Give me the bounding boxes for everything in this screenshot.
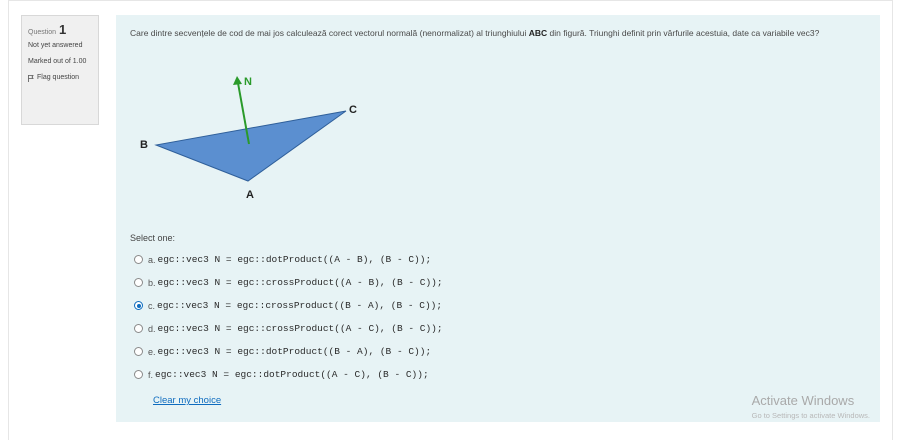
option-c-radio[interactable] [134,301,143,310]
option-b-letter: b. [148,277,156,288]
option-b-code[interactable]: egc::vec3 N = egc::crossProduct((A - B),… [158,277,443,288]
option-e-letter: e. [148,346,156,357]
option-c[interactable]: c. egc::vec3 N = egc::crossProduct((B - … [134,294,443,317]
option-e[interactable]: e. egc::vec3 N = egc::dotProduct((B - A)… [134,340,443,363]
question-info-panel: Question 1 Not yet answered Marked out o… [21,15,99,125]
option-d-radio[interactable] [134,324,143,333]
flag-icon [28,74,34,82]
option-c-code[interactable]: egc::vec3 N = egc::crossProduct((B - A),… [157,300,442,311]
option-d-letter: d. [148,323,156,334]
question-grade: Marked out of 1.00 [28,58,87,65]
question-label: Question [28,29,57,36]
label-c: C [349,104,357,116]
option-b[interactable]: b. egc::vec3 N = egc::crossProduct((A - … [134,271,443,294]
watermark-subtitle: Go to Settings to activate Windows. [751,411,870,420]
normal-arrowhead [233,76,242,85]
option-d[interactable]: d. egc::vec3 N = egc::crossProduct((A - … [134,317,443,340]
option-d-code[interactable]: egc::vec3 N = egc::crossProduct((A - C),… [158,323,443,334]
question-text-part1: Care dintre secvențele de cod de mai jos… [130,28,529,38]
triangle-abc [154,110,347,182]
question-number: Question 1 [28,22,92,38]
windows-watermark: Activate Windows Go to Settings to activ… [752,393,870,420]
label-b: B [140,139,148,151]
flag-question-label: Flag question [37,73,80,81]
answer-options: a. egc::vec3 N = egc::dotProduct((A - B)… [134,248,443,386]
question-text-part2: din figură. Triunghi definit prin vârfur… [547,28,820,38]
option-e-code[interactable]: egc::vec3 N = egc::dotProduct((B - A), (… [158,346,432,357]
label-a: A [246,189,254,201]
option-a[interactable]: a. egc::vec3 N = egc::dotProduct((A - B)… [134,248,443,271]
question-state: Not yet answered [28,42,83,50]
label-n: N [244,76,252,88]
option-b-radio[interactable] [134,278,143,287]
option-a-code[interactable]: egc::vec3 N = egc::dotProduct((A - B), (… [158,254,432,265]
question-text: Care dintre secvențele de cod de mai jos… [130,27,870,39]
option-c-letter: c. [148,300,156,311]
option-f-radio[interactable] [134,370,143,379]
option-e-radio[interactable] [134,347,143,356]
flag-question-button[interactable]: Flag question [28,74,92,83]
option-a-letter: a. [148,254,156,265]
watermark-title: Activate Windows [751,393,855,408]
question-number-value: 1 [59,22,67,37]
option-f-code[interactable]: egc::vec3 N = egc::dotProduct((A - C), (… [155,369,429,380]
clear-my-choice-link[interactable]: Clear my choice [153,395,221,406]
question-content: Care dintre secvențele de cod de mai jos… [116,15,880,422]
option-f-letter: f. [148,369,154,380]
question-text-bold: ABC [528,28,548,38]
option-f[interactable]: f. egc::vec3 N = egc::dotProduct((A - C)… [134,363,443,386]
triangle-figure: N C B A [140,76,357,201]
option-a-radio[interactable] [134,255,143,264]
select-one-prompt: Select one: [130,233,176,243]
